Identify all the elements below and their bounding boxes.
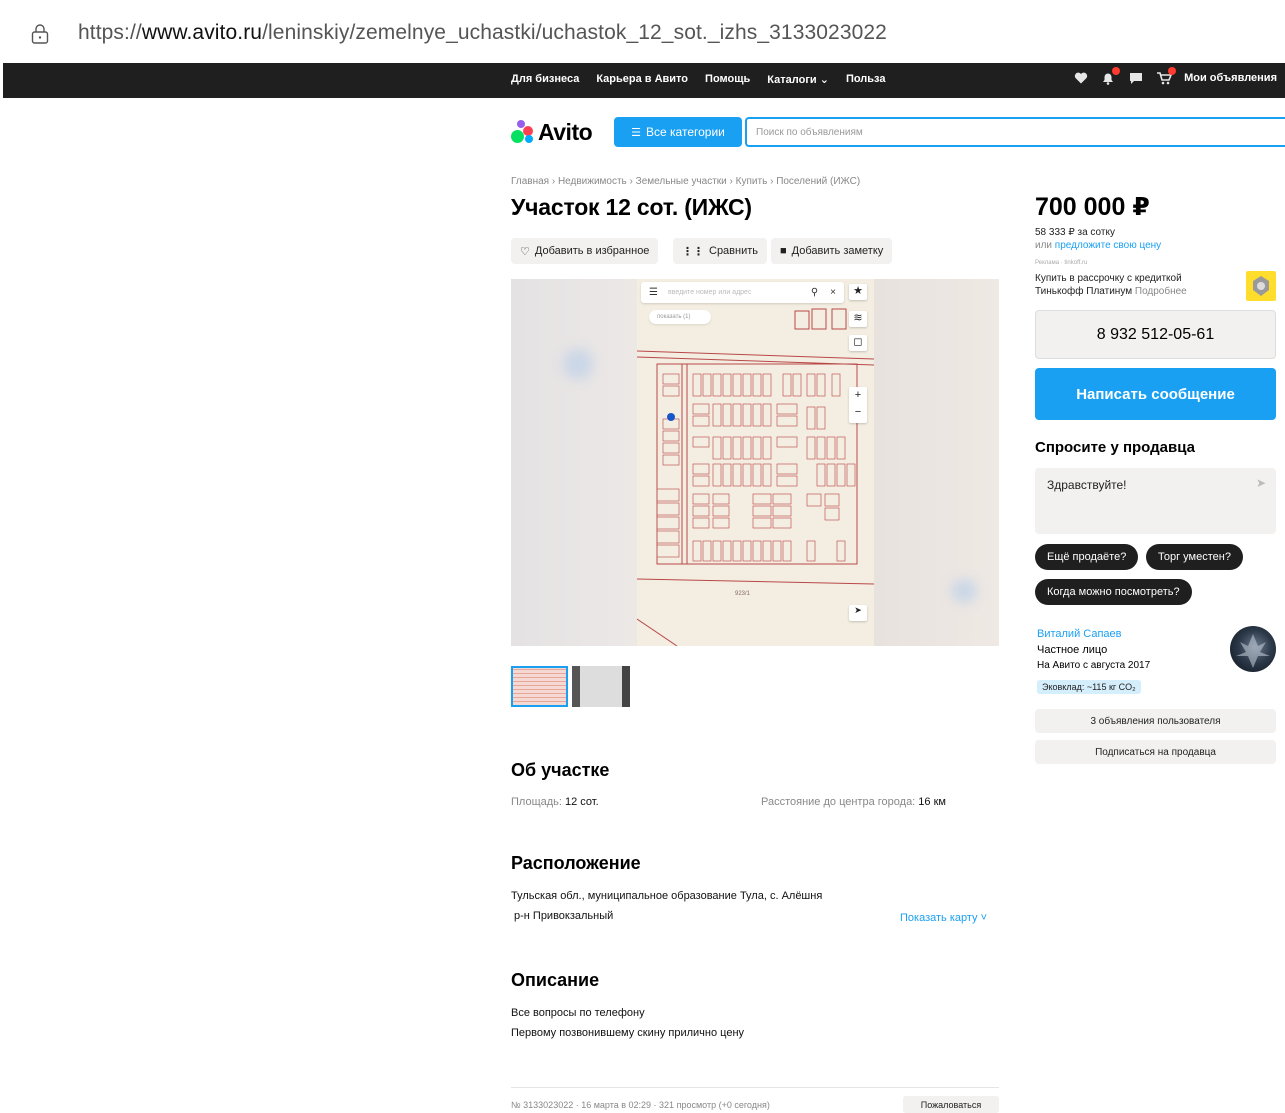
zoom-in-button[interactable]: + <box>849 387 867 404</box>
add-to-favorites-button[interactable]: ♡ Добавить в избранное <box>511 238 659 264</box>
credit-offer-line-2[interactable]: Тинькофф Платинум Подробнее <box>1035 286 1187 297</box>
photo-thumbnail-2[interactable] <box>572 666 630 707</box>
avito-logo[interactable]: Avito <box>510 117 593 147</box>
nav-link-business[interactable]: Для бизнеса <box>511 73 579 86</box>
search-icon[interactable]: ⚲ <box>811 287 818 298</box>
browser-address-bar[interactable]: https://www.avito.ru/leninskiy/zemelnye_… <box>0 0 1285 66</box>
messages-chat-icon[interactable] <box>1128 71 1144 85</box>
seller-avatar[interactable] <box>1230 626 1276 672</box>
ask-seller-heading: Спросите у продавца <box>1035 439 1195 456</box>
all-categories-button[interactable]: ☰ Все категории <box>614 117 742 147</box>
map-search-bar[interactable]: ☰ введите номер или адрес ⚲ × <box>641 282 844 303</box>
map-show-pill[interactable]: показать (1) <box>649 310 711 324</box>
quick-question-viewing[interactable]: Когда можно посмотреть? <box>1035 579 1192 605</box>
menu-icon[interactable]: ☰ <box>649 287 658 298</box>
ask-seller-input[interactable]: Здравствуйте! ➤ <box>1035 468 1276 534</box>
notifications-bell-icon[interactable] <box>1100 67 1121 85</box>
locate-icon[interactable]: ➤ <box>849 605 867 621</box>
layers-icon[interactable]: ≋ <box>849 311 867 327</box>
divider <box>511 1087 999 1088</box>
area-field: Площадь: 12 сот. <box>511 796 599 808</box>
avito-logo-dots-icon <box>510 120 534 144</box>
photo-thumbnail-1[interactable] <box>511 666 568 707</box>
compare-button[interactable]: ⋮⋮ Сравнить <box>673 238 768 264</box>
compare-icon: ⋮⋮ <box>682 245 704 258</box>
plot-number-label: 923/1 <box>735 591 751 597</box>
quick-question-still-selling[interactable]: Ещё продаёте? <box>1035 544 1139 570</box>
show-phone-button[interactable]: 8 932 512-05-61 <box>1035 310 1276 359</box>
offer-price-link[interactable]: предложите свою цену <box>1055 240 1161 251</box>
seller-type: Частное лицо <box>1037 644 1108 656</box>
lock-icon <box>31 24 49 44</box>
seller-since: На Авито с августа 2017 <box>1037 660 1151 671</box>
url-text[interactable]: https://www.avito.ru/leninskiy/zemelnye_… <box>78 21 887 45</box>
nav-link-career[interactable]: Карьера в Авито <box>596 73 688 86</box>
breadcrumb-item[interactable]: Поселений (ИЖС) <box>776 176 860 187</box>
show-map-link[interactable]: Показать карту ˅ <box>900 912 987 924</box>
price: 700 000 ₽ <box>1035 193 1150 221</box>
description-line-1: Все вопросы по телефону <box>511 1007 645 1019</box>
location-heading: Расположение <box>511 853 641 873</box>
breadcrumb-item[interactable]: Земельные участки <box>636 176 727 187</box>
seller-name-link[interactable]: Виталий Сапаев <box>1037 628 1122 640</box>
zoom-out-button[interactable]: − <box>849 404 867 421</box>
subscribe-seller-button[interactable]: Подписаться на продавца <box>1035 740 1276 764</box>
add-note-button[interactable]: ■ Добавить заметку <box>771 238 893 264</box>
breadcrumb-item[interactable]: Купить <box>736 176 768 187</box>
note-icon: ■ <box>780 245 787 257</box>
fullscreen-icon[interactable]: ◻ <box>849 335 867 351</box>
write-message-button[interactable]: Написать сообщение <box>1035 368 1276 420</box>
my-ads-link[interactable]: Мои объявления <box>1184 72 1277 84</box>
ad-label: Реклама · tinkoff.ru <box>1035 260 1088 266</box>
page-title: Участок 12 сот. (ИЖС) <box>511 194 752 220</box>
star-icon[interactable]: ★ <box>849 284 867 300</box>
tinkoff-logo-icon[interactable] <box>1246 271 1276 301</box>
cart-icon[interactable] <box>1156 67 1177 85</box>
quick-question-bargain[interactable]: Торг уместен? <box>1146 544 1243 570</box>
heart-icon: ♡ <box>520 245 530 258</box>
breadcrumb-item[interactable]: Главная <box>511 176 549 187</box>
send-icon[interactable]: ➤ <box>1256 476 1266 490</box>
nav-link-benefit[interactable]: Польза <box>846 73 886 86</box>
breadcrumb-item[interactable]: Недвижимость <box>558 176 627 187</box>
description-heading: Описание <box>511 970 600 990</box>
eco-badge[interactable]: Эковклад: ~115 кг CO₂ <box>1037 680 1141 694</box>
offer-price-row: или предложите свою цену <box>1035 240 1162 251</box>
breadcrumb: Главная › Недвижимость › Земельные участ… <box>511 176 861 187</box>
description-line-2: Первому позвонившему скину прилично цену <box>511 1027 745 1039</box>
favorites-heart-icon[interactable] <box>1074 71 1088 85</box>
listing-meta: № 3133023022 · 16 марта в 02:29 · 321 пр… <box>511 1100 770 1110</box>
user-ads-button[interactable]: 3 объявления пользователя <box>1035 709 1276 733</box>
address-line-2: р-н Привокзальный <box>514 910 614 922</box>
listing-main-photo[interactable]: ☰ введите номер или адрес ⚲ × показать (1… <box>511 279 999 646</box>
distance-field: Расстояние до центра города: 16 км <box>761 796 946 808</box>
top-navigation: Для бизнеса Карьера в Авито Помощь Катал… <box>3 63 1285 98</box>
report-button[interactable]: Пожаловаться <box>903 1096 999 1113</box>
about-heading: Об участке <box>511 760 610 780</box>
close-icon[interactable]: × <box>830 287 836 298</box>
zoom-control[interactable]: + − <box>849 387 867 423</box>
nav-link-help[interactable]: Помощь <box>705 73 750 86</box>
address-line-1: Тульская обл., муниципальное образование… <box>511 890 823 902</box>
nav-link-catalogs[interactable]: Каталоги ⌄ <box>767 73 829 86</box>
search-input[interactable]: Поиск по объявлениям <box>745 117 1285 147</box>
search-icon: ☰ <box>631 126 642 139</box>
cadastral-map: ☰ введите номер или адрес ⚲ × показать (1… <box>637 279 874 646</box>
credit-offer-line-1[interactable]: Купить в рассрочку с кредиткой <box>1035 273 1182 284</box>
price-per-unit: 58 333 ₽ за сотку <box>1035 227 1115 238</box>
